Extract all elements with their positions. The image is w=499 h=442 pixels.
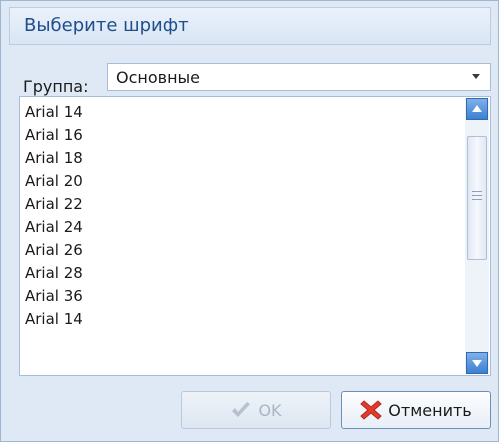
list-item[interactable]: Arial 36 [20,285,460,308]
list-item[interactable]: Arial 24 [20,216,460,239]
scroll-down-button[interactable] [466,352,488,374]
list-item[interactable]: Arial 16 [20,124,460,147]
red-x-icon [360,399,383,421]
cancel-button-label: Отменить [388,400,472,420]
font-list[interactable]: Arial 14 Arial 16 Arial 18 Arial 20 Arial 22… [19,96,491,376]
font-picker-dialog: Выберите шрифт Группа: Основные Arial 14… [0,0,499,442]
scroll-thumb[interactable] [467,136,487,260]
ok-button[interactable]: OK [181,391,331,429]
ok-button-label: OK [258,400,282,420]
list-item[interactable]: Arial 20 [20,170,460,193]
grip-line-icon [472,199,482,200]
title-bar: Выберите шрифт [9,7,491,45]
group-dropdown-value: Основные [116,68,201,87]
list-item[interactable]: Arial 14 [20,101,460,124]
list-item[interactable]: Arial 14 [20,308,460,331]
arrow-down-icon [472,360,482,367]
group-label: Группа: [23,77,89,96]
list-item[interactable]: Arial 18 [20,147,460,170]
list-item[interactable]: Arial 28 [20,262,460,285]
chevron-down-icon[interactable] [472,74,480,79]
checkmark-icon [230,401,252,419]
font-list-items: Arial 14 Arial 16 Arial 18 Arial 20 Arial 22… [20,101,460,331]
cancel-button[interactable]: Отменить [341,391,491,429]
grip-line-icon [472,191,482,192]
list-item[interactable]: Arial 22 [20,193,460,216]
vertical-scrollbar[interactable] [465,98,489,374]
group-dropdown[interactable]: Основные [107,63,491,91]
dialog-title: Выберите шрифт [24,15,189,36]
arrow-up-icon [472,105,482,112]
scroll-up-button[interactable] [466,98,488,120]
list-item[interactable]: Arial 26 [20,239,460,262]
grip-line-icon [472,195,482,196]
